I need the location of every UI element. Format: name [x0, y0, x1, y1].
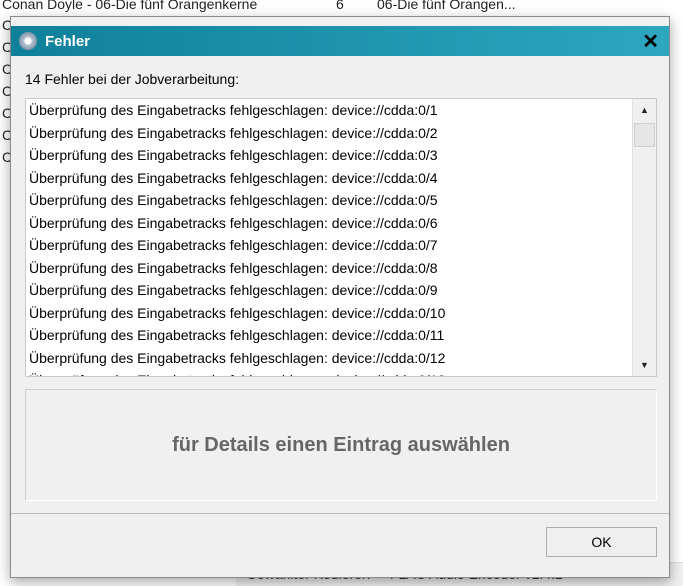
error-list-item[interactable]: Überprüfung des Eingabetracks fehlgeschl… [26, 122, 656, 145]
error-list-item[interactable]: Überprüfung des Eingabetracks fehlgeschl… [26, 234, 656, 257]
error-list-item[interactable]: Überprüfung des Eingabetracks fehlgeschl… [26, 369, 656, 376]
error-list-item[interactable]: Überprüfung des Eingabetracks fehlgeschl… [26, 99, 656, 122]
scrollbar[interactable]: ▲ ▼ [632, 99, 656, 376]
error-list-item[interactable]: Überprüfung des Eingabetracks fehlgeschl… [26, 212, 656, 235]
details-placeholder: für Details einen Eintrag auswählen [172, 433, 510, 456]
background-row-title: Conan Doyle - 06-Die fünf Orangenkerne [2, 0, 258, 12]
divider [11, 513, 669, 514]
scroll-up-button[interactable]: ▲ [633, 99, 656, 121]
error-summary: 14 Fehler bei der Jobverarbeitung: [25, 71, 240, 87]
error-list-item[interactable]: Überprüfung des Eingabetracks fehlgeschl… [26, 279, 656, 302]
dialog-title: Fehler [45, 32, 91, 50]
scroll-down-button[interactable]: ▼ [633, 354, 656, 376]
close-icon[interactable]: ✕ [642, 29, 659, 54]
ok-button[interactable]: OK [546, 527, 657, 557]
details-panel: für Details einen Eintrag auswählen [25, 389, 657, 501]
error-list-item[interactable]: Überprüfung des Eingabetracks fehlgeschl… [26, 347, 656, 370]
dialog-titlebar[interactable]: Fehler ✕ [11, 26, 669, 56]
scroll-thumb[interactable] [634, 123, 655, 147]
error-list-item[interactable]: Überprüfung des Eingabetracks fehlgeschl… [26, 324, 656, 347]
cd-icon [19, 32, 37, 50]
error-list-item[interactable]: Überprüfung des Eingabetracks fehlgeschl… [26, 257, 656, 280]
background-row-number: 6 [336, 0, 344, 12]
error-list-item[interactable]: Überprüfung des Eingabetracks fehlgeschl… [26, 189, 656, 212]
background-row-file: 06-Die fünf Orangen... [377, 0, 516, 12]
error-list-item[interactable]: Überprüfung des Eingabetracks fehlgeschl… [26, 302, 656, 325]
error-dialog: Fehler ✕ 14 Fehler bei der Jobverarbeitu… [10, 16, 670, 578]
error-list-item[interactable]: Überprüfung des Eingabetracks fehlgeschl… [26, 167, 656, 190]
error-list-item[interactable]: Überprüfung des Eingabetracks fehlgeschl… [26, 144, 656, 167]
error-list[interactable]: Überprüfung des Eingabetracks fehlgeschl… [25, 98, 657, 377]
